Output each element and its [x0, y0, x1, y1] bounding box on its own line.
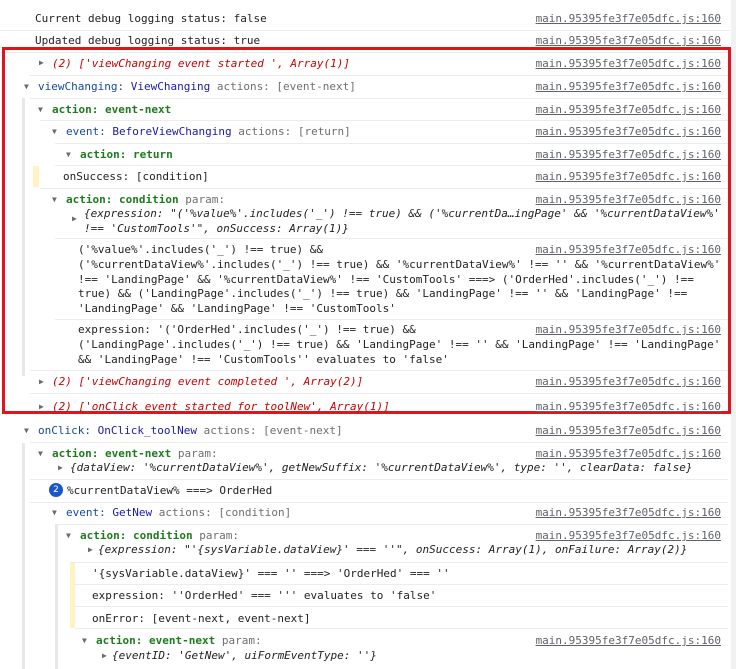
condition-evaluation: '{sysVariable.dataView}' === '' ===> 'Or…	[92, 567, 450, 580]
action-condition-getnew[interactable]: action: condition param:	[80, 529, 239, 542]
group-actions: actions: [event-next]	[216, 80, 356, 93]
source-link[interactable]: main.95395fe3f7e05dfc.js:160	[536, 400, 721, 413]
group-viewchanging[interactable]: viewChanging: ViewChanging actions: [eve…	[38, 80, 356, 93]
repeat-count-badge: 2	[49, 483, 63, 497]
log-onclick-started[interactable]: (2) ['onClick event started for toolNew'…	[52, 400, 390, 413]
expand-triangle-icon[interactable]: ▶	[88, 545, 93, 554]
event-actions: actions: [return]	[238, 125, 351, 138]
expand-triangle-icon[interactable]: ▶	[72, 214, 77, 223]
source-link[interactable]: main.95395fe3f7e05dfc.js:160	[536, 243, 721, 256]
group-onclick[interactable]: onClick: OnClick_toolNew actions: [event…	[38, 424, 343, 437]
source-link[interactable]: main.95395fe3f7e05dfc.js:160	[536, 34, 721, 47]
action-return[interactable]: action: return	[80, 148, 173, 161]
collapse-triangle-icon[interactable]: ▼	[52, 127, 57, 136]
source-link[interactable]: main.95395fe3f7e05dfc.js:160	[536, 424, 721, 437]
action-event-next[interactable]: action: event-next	[52, 103, 171, 116]
source-link[interactable]: main.95395fe3f7e05dfc.js:160	[536, 12, 721, 25]
action-label: action: condition	[66, 193, 179, 206]
source-link[interactable]: main.95395fe3f7e05dfc.js:160	[536, 193, 721, 206]
collapse-triangle-icon[interactable]: ▼	[52, 195, 57, 204]
expression-object-line1: {expression: "('%value%'.includes('_') !…	[84, 207, 720, 220]
collapse-triangle-icon[interactable]: ▼	[24, 426, 29, 435]
expression-object[interactable]: {expression: "('%value%'.includes('_') !…	[84, 207, 720, 237]
param-label: param:	[199, 529, 239, 542]
collapse-triangle-icon[interactable]: ▼	[66, 531, 71, 540]
param-label: param:	[221, 634, 262, 647]
log-viewchanging-started[interactable]: (2) ['viewChanging event started ', Arra…	[52, 57, 350, 70]
group-actions: actions: [event-next]	[203, 424, 343, 437]
collapse-triangle-icon[interactable]: ▼	[38, 449, 43, 458]
expression-evaluation: expression: ''OrderHed' === ''' evaluate…	[92, 589, 437, 602]
source-link[interactable]: main.95395fe3f7e05dfc.js:160	[536, 103, 721, 116]
source-link[interactable]: main.95395fe3f7e05dfc.js:160	[536, 57, 721, 70]
condition-object[interactable]: {expression: "'{sysVariable.dataView}' =…	[98, 543, 687, 556]
collapse-triangle-icon[interactable]: ▼	[82, 636, 87, 645]
event-id-object[interactable]: {eventID: 'GetNew', uiFormEventType: ''}	[112, 649, 377, 662]
collapse-triangle-icon[interactable]: ▼	[52, 508, 57, 517]
event-label: event:	[66, 506, 106, 519]
source-link[interactable]: main.95395fe3f7e05dfc.js:160	[536, 125, 721, 138]
source-link[interactable]: main.95395fe3f7e05dfc.js:160	[536, 634, 721, 647]
source-link[interactable]: main.95395fe3f7e05dfc.js:160	[536, 148, 721, 161]
expand-triangle-icon[interactable]: ▶	[39, 377, 44, 386]
onerror-line: onError: [event-next, event-next]	[92, 612, 311, 625]
event-value: BeforeViewChanging	[112, 125, 232, 138]
expand-triangle-icon[interactable]: ▶	[39, 402, 44, 411]
dataview-resolution: %currentDataView% ===> OrderHed	[67, 484, 273, 497]
scrollbar[interactable]	[731, 0, 736, 669]
event-label: event:	[66, 125, 106, 138]
action-label: action: condition	[80, 529, 193, 542]
group-value: OnClick_toolNew	[97, 424, 197, 437]
collapse-triangle-icon[interactable]: ▼	[24, 82, 29, 91]
source-link[interactable]: main.95395fe3f7e05dfc.js:160	[536, 375, 721, 388]
expand-triangle-icon[interactable]: ▶	[102, 651, 107, 660]
group-value: ViewChanging	[130, 80, 211, 93]
debug-status-current: Current debug logging status: false	[35, 12, 267, 25]
param-label: param:	[177, 447, 218, 460]
param-label: param:	[185, 193, 225, 206]
group-label: viewChanging:	[38, 80, 125, 93]
source-link[interactable]: main.95395fe3f7e05dfc.js:160	[536, 170, 721, 183]
action-label: action: event-next	[96, 634, 216, 647]
source-link[interactable]: main.95395fe3f7e05dfc.js:160	[536, 80, 721, 93]
event-beforeviewchanging[interactable]: event: BeforeViewChanging actions: [retu…	[66, 125, 351, 138]
log-viewchanging-completed[interactable]: (2) ['viewChanging event completed ', Ar…	[52, 375, 363, 388]
action-label: action: event-next	[52, 447, 172, 460]
expression-object-line2: !== 'CustomTools'", onSuccess: Array(1)}	[84, 221, 349, 235]
expand-triangle-icon[interactable]: ▶	[39, 58, 44, 67]
event-value: GetNew	[112, 506, 153, 519]
expand-triangle-icon[interactable]: ▶	[58, 463, 63, 472]
onsuccess-line: onSuccess: [condition]	[63, 170, 209, 183]
event-getnew[interactable]: event: GetNew actions: [condition]	[66, 506, 291, 519]
event-actions: actions: [condition]	[158, 506, 292, 519]
source-link[interactable]: main.95395fe3f7e05dfc.js:160	[536, 529, 721, 542]
source-link[interactable]: main.95395fe3f7e05dfc.js:160	[536, 506, 721, 519]
debug-status-updated: Updated debug logging status: true	[35, 34, 261, 47]
event-next-object[interactable]: {dataView: '%currentDataView%', getNewSu…	[70, 461, 693, 474]
action-event-next-param[interactable]: action: event-next param:	[52, 447, 218, 460]
collapse-triangle-icon[interactable]: ▼	[66, 150, 71, 159]
source-link[interactable]: main.95395fe3f7e05dfc.js:160	[536, 447, 721, 460]
action-event-next-3[interactable]: action: event-next param:	[96, 634, 262, 647]
collapse-triangle-icon[interactable]: ▼	[38, 105, 43, 114]
source-link[interactable]: main.95395fe3f7e05dfc.js:160	[536, 323, 721, 336]
group-label: onClick:	[38, 424, 91, 437]
action-condition[interactable]: action: condition param:	[66, 193, 225, 206]
